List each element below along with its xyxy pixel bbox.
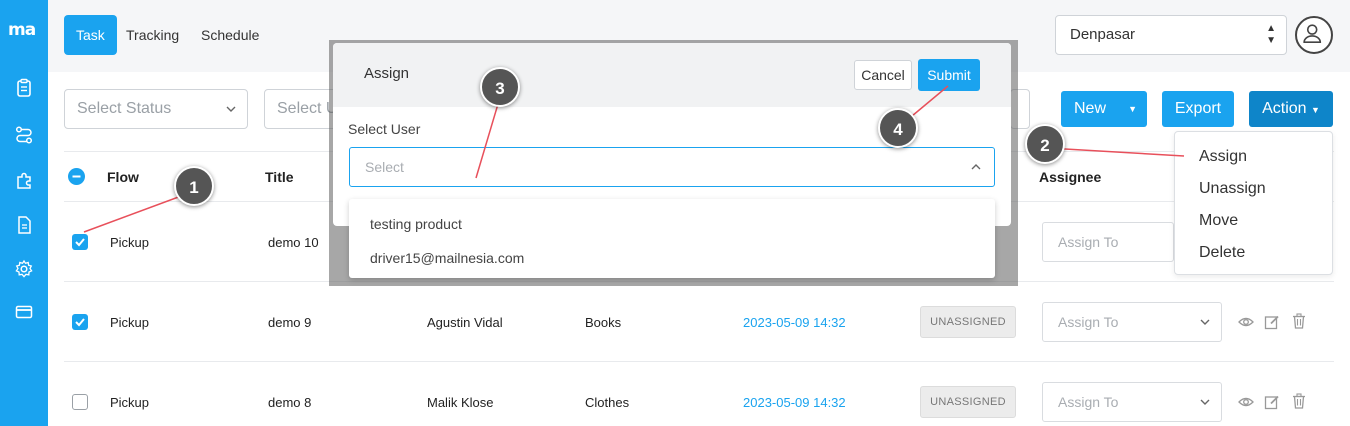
- row-flow: Pickup: [110, 235, 150, 250]
- route-icon[interactable]: [14, 125, 34, 145]
- select-all-checkbox[interactable]: [68, 168, 85, 185]
- column-header-flow[interactable]: Flow: [107, 169, 139, 185]
- chevron-up-icon: [971, 164, 981, 170]
- export-button[interactable]: Export: [1162, 91, 1234, 127]
- tab-task[interactable]: Task: [64, 15, 117, 55]
- row-date[interactable]: 2023-05-09 14:32: [743, 395, 846, 410]
- assign-to-placeholder: Assign To: [1058, 234, 1119, 250]
- credit-card-icon[interactable]: [14, 302, 34, 322]
- location-select-value: Denpasar: [1070, 26, 1136, 43]
- chevron-down-icon: [1200, 319, 1210, 325]
- column-header-assignee[interactable]: Assignee: [1039, 169, 1101, 185]
- row-category: Clothes: [585, 395, 630, 410]
- assign-to-placeholder: Assign To: [1058, 314, 1119, 330]
- select-user-dropdown[interactable]: Select: [349, 147, 995, 187]
- assign-to-select[interactable]: Assign To: [1042, 222, 1174, 262]
- annotation-pin-1: 1: [174, 166, 214, 206]
- new-button[interactable]: New ▼: [1061, 91, 1147, 127]
- row-flow: Pickup: [110, 395, 150, 410]
- row-category: Books: [585, 315, 622, 330]
- row-title: demo 9: [268, 315, 312, 330]
- menu-item-move[interactable]: Move: [1199, 212, 1238, 230]
- action-button[interactable]: Action ▼: [1249, 91, 1333, 127]
- edit-icon[interactable]: [1264, 314, 1280, 330]
- trash-icon[interactable]: [1291, 393, 1307, 409]
- tab-schedule[interactable]: Schedule: [189, 15, 271, 55]
- settings-gear-icon[interactable]: [14, 259, 34, 279]
- chevron-down-icon: [1200, 399, 1210, 405]
- select-user-placeholder: Select: [365, 159, 404, 175]
- caret-down-icon: ▼: [1311, 105, 1320, 115]
- user-avatar-icon[interactable]: [1295, 16, 1333, 54]
- status-filter-placeholder: Select Status: [77, 100, 172, 117]
- menu-item-unassign[interactable]: Unassign: [1199, 180, 1266, 198]
- column-header-title[interactable]: Title: [265, 169, 294, 185]
- divider: [64, 361, 1334, 362]
- clipboard-icon[interactable]: [14, 78, 34, 98]
- tab-tracking[interactable]: Tracking: [114, 15, 191, 55]
- annotation-pin-4: 4: [878, 108, 918, 148]
- user-options-list: testing product driver15@mailnesia.com: [349, 199, 995, 278]
- status-badge: UNASSIGNED: [920, 306, 1016, 338]
- new-button-label: New: [1073, 100, 1106, 117]
- row-checkbox[interactable]: [72, 234, 88, 250]
- row-title: demo 8: [268, 395, 312, 410]
- row-date[interactable]: 2023-05-09 14:32: [743, 315, 846, 330]
- annotation-pin-3: 3: [480, 67, 520, 107]
- menu-item-delete[interactable]: Delete: [1199, 244, 1245, 262]
- status-filter[interactable]: Select Status: [64, 89, 248, 129]
- user-option[interactable]: driver15@mailnesia.com: [370, 250, 524, 266]
- document-icon[interactable]: [14, 215, 34, 235]
- assign-to-select[interactable]: Assign To: [1042, 382, 1222, 422]
- modal-title: Assign: [364, 65, 410, 82]
- assign-to-select[interactable]: Assign To: [1042, 302, 1222, 342]
- view-eye-icon[interactable]: [1238, 314, 1254, 330]
- status-badge: UNASSIGNED: [920, 386, 1016, 418]
- view-eye-icon[interactable]: [1238, 394, 1254, 410]
- row-checkbox[interactable]: [72, 314, 88, 330]
- caret-down-icon[interactable]: ▼: [1128, 91, 1137, 127]
- puzzle-icon[interactable]: [14, 171, 34, 191]
- app-logo[interactable]: ma: [8, 20, 36, 40]
- annotation-pin-2: 2: [1025, 124, 1065, 164]
- row-checkbox[interactable]: [72, 394, 88, 410]
- row-customer-name: Agustin Vidal: [427, 315, 503, 330]
- action-menu: Assign Unassign Move Delete: [1174, 131, 1333, 275]
- action-button-label: Action: [1262, 100, 1307, 117]
- row-customer-name: Malik Klose: [427, 395, 494, 410]
- submit-button[interactable]: Submit: [918, 59, 980, 91]
- location-select[interactable]: Denpasar ▲ ▼: [1055, 15, 1287, 55]
- row-title: demo 10: [268, 235, 319, 250]
- cancel-button[interactable]: Cancel: [854, 60, 912, 90]
- edit-icon[interactable]: [1264, 394, 1280, 410]
- assign-to-placeholder: Assign To: [1058, 394, 1119, 410]
- select-user-label: Select User: [348, 121, 421, 137]
- menu-item-assign[interactable]: Assign: [1199, 148, 1247, 166]
- sidebar: ma: [0, 0, 48, 426]
- row-flow: Pickup: [110, 315, 150, 330]
- user-option[interactable]: testing product: [370, 216, 462, 232]
- chevron-down-icon: [226, 106, 236, 112]
- updown-arrows-icon: ▲ ▼: [1266, 23, 1276, 46]
- trash-icon[interactable]: [1291, 313, 1307, 329]
